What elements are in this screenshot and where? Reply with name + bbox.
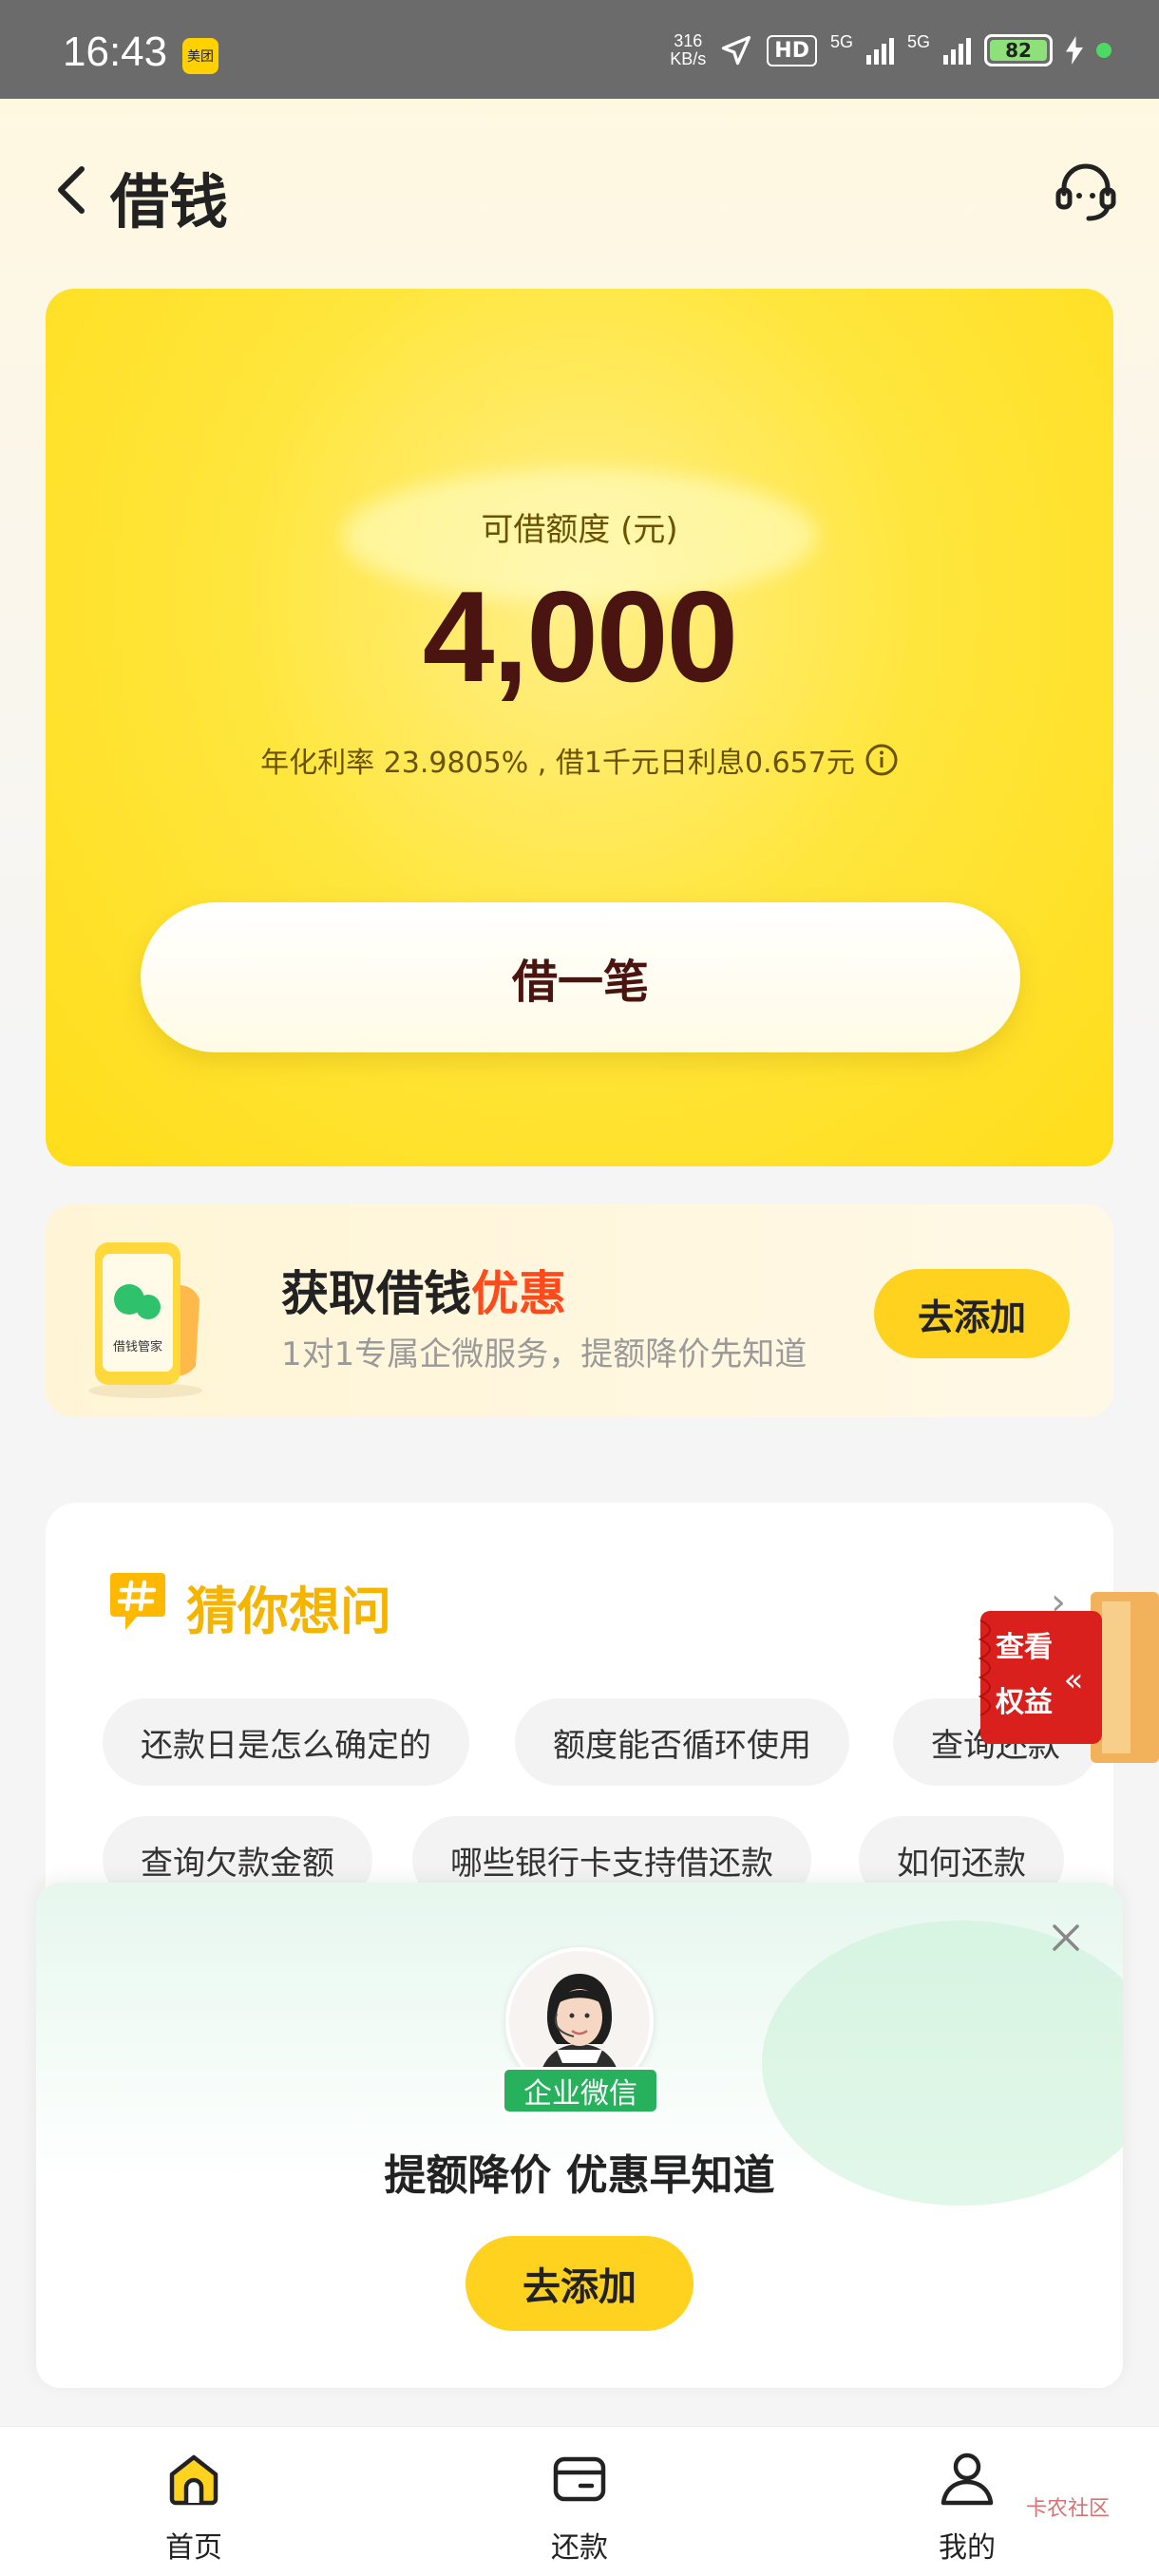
battery-icon: 82 (984, 34, 1053, 66)
page-title: 借钱 (110, 167, 229, 237)
nav-home[interactable]: 首页 (118, 2448, 270, 2566)
popup-add-button[interactable]: 去添加 (466, 2236, 694, 2331)
nav-repay[interactable]: 还款 (504, 2448, 656, 2566)
promo-title-highlight: 优惠 (471, 1266, 566, 1321)
promo-banner[interactable]: 借钱管家 获取借钱优惠 1对1专属企微服务，提额降价先知道 去添加 (46, 1204, 1113, 1417)
faq-chip[interactable]: 额度能否循环使用 (515, 1698, 849, 1786)
battery-level: 82 (990, 40, 1047, 61)
wallet-icon (553, 2456, 606, 2502)
nav-mine[interactable]: 我的 (891, 2448, 1043, 2566)
nav-mine-label: 我的 (939, 2531, 996, 2565)
net-type-2: 5G (906, 32, 930, 51)
wecom-tag: 企业微信 (502, 2067, 659, 2114)
benefits-badge-line2: 权益 (995, 1686, 1053, 1719)
faq-title: 猜你想问 (186, 1582, 391, 1641)
hd-icon: HD (767, 34, 817, 66)
net-speed: 316 KB/s (670, 32, 706, 68)
net-type-1: 5G (829, 32, 853, 51)
hashtag-icon (110, 1573, 165, 1630)
home-icon (169, 2454, 218, 2506)
location-icon (722, 35, 751, 66)
phone-wechat-illustration: 借钱管家 (88, 1242, 202, 1398)
limit-label: 可借额度 (元) (481, 511, 678, 549)
signal-icon (865, 36, 894, 65)
status-time: 16:43 (63, 28, 168, 75)
loan-limit-card: 可借额度 (元) 4,000 年化利率 23.9805% , 借1千元日利息0.… (46, 289, 1113, 1166)
limit-amount: 4,000 (422, 564, 738, 709)
promo-subtitle: 1对1专属企微服务，提额降价先知道 (281, 1335, 808, 1373)
status-indicators: 316 KB/s HD 5G 5G 82 (670, 32, 1112, 68)
user-icon (940, 2453, 994, 2506)
info-icon[interactable] (864, 743, 899, 777)
benefits-badge[interactable]: 查看 权益 « (978, 1592, 1159, 1763)
net-speed-value: 316 (674, 31, 703, 50)
nav-home-label: 首页 (165, 2531, 222, 2565)
charging-icon (1066, 36, 1083, 65)
watermark: 卡农社区 (1026, 2497, 1111, 2521)
promo-title: 获取借钱优惠 (281, 1256, 566, 1324)
borrow-button[interactable]: 借一笔 (141, 902, 1020, 1052)
header: 借钱 (0, 142, 1159, 237)
close-icon[interactable] (1047, 1919, 1085, 1957)
status-bar: 16:43 美团 316 KB/s HD 5G 5G 82 (0, 0, 1159, 99)
promo-add-button[interactable]: 去添加 (874, 1269, 1070, 1358)
wecom-popup: 企业微信 提额降价 优惠早知道 去添加 (36, 1883, 1123, 2388)
nav-repay-label: 还款 (551, 2531, 608, 2565)
faq-chip[interactable]: 还款日是怎么确定的 (103, 1698, 469, 1786)
chevron-left-double-icon: « (1064, 1661, 1084, 1699)
green-dot-icon (1096, 43, 1112, 58)
back-arrow-icon[interactable] (49, 161, 97, 218)
benefits-badge-line1: 查看 (996, 1631, 1053, 1664)
signal-icon-2 (943, 36, 971, 65)
rate-line: 年化利率 23.9805% , 借1千元日利息0.657元 (46, 739, 1113, 781)
bottom-nav: 首页 还款 我的 卡农社区 (0, 2426, 1159, 2576)
meituan-app-icon: 美团 (182, 38, 218, 74)
net-speed-unit: KB/s (670, 49, 707, 68)
phone-caption: 借钱管家 (113, 1339, 162, 1354)
promo-title-prefix: 获取借钱 (281, 1266, 471, 1321)
customer-service-icon[interactable] (1051, 156, 1121, 226)
popup-title: 提额降价 优惠早知道 (384, 2151, 775, 2200)
rate-text: 年化利率 23.9805% , 借1千元日利息0.657元 (260, 747, 855, 780)
